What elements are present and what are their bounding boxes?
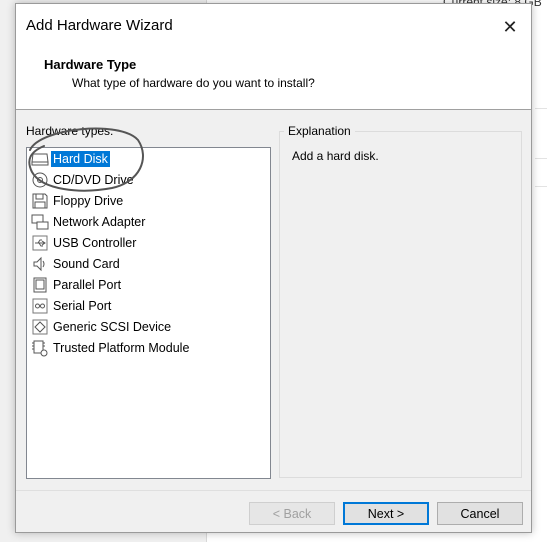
list-item-label: CD/DVD Drive (53, 173, 134, 187)
header-title: Hardware Type (44, 57, 137, 72)
list-item-label: Parallel Port (53, 278, 122, 292)
list-item-label: Serial Port (53, 299, 112, 313)
close-icon: ✕ (502, 17, 518, 37)
list-item-usb-controller[interactable]: USB Controller (31, 233, 138, 253)
sound-card-icon (31, 255, 49, 273)
dialog-title: Add Hardware Wizard (26, 17, 173, 34)
hard-disk-icon (31, 150, 49, 168)
list-item-parallel-port[interactable]: Parallel Port (31, 275, 123, 295)
list-item-label: Network Adapter (53, 215, 146, 229)
list-item-trusted-platform-module[interactable]: Trusted Platform Module (31, 338, 191, 358)
floppy-icon (31, 192, 49, 210)
list-item-serial-port[interactable]: Serial Port (31, 296, 113, 316)
list-item-label: Trusted Platform Module (53, 341, 190, 355)
title-bar: Add Hardware Wizard ✕ (16, 4, 531, 49)
cd-dvd-icon (31, 171, 49, 189)
usb-icon (31, 234, 49, 252)
network-adapter-icon (31, 213, 49, 231)
background-divider (535, 158, 547, 159)
close-button[interactable]: ✕ (497, 14, 523, 40)
scsi-icon (31, 318, 49, 336)
background-divider (535, 186, 547, 187)
list-item-label: Generic SCSI Device (53, 320, 172, 334)
list-item-hard-disk[interactable]: Hard Disk (31, 149, 110, 169)
list-item-cd-dvd-drive[interactable]: CD/DVD Drive (31, 170, 136, 190)
header-subtitle: What type of hardware do you want to ins… (72, 76, 315, 90)
list-item-label: Sound Card (53, 257, 120, 271)
next-button[interactable]: Next > (343, 502, 429, 525)
hardware-types-list[interactable]: Hard Disk CD/DVD Drive Floppy Drive Netw… (26, 147, 271, 479)
cancel-button[interactable]: Cancel (437, 502, 523, 525)
list-item-generic-scsi-device[interactable]: Generic SCSI Device (31, 317, 173, 337)
add-hardware-dialog: Add Hardware Wizard ✕ Hardware Type What… (15, 3, 532, 533)
footer-divider (16, 490, 531, 491)
explanation-text: Add a hard disk. (292, 149, 379, 163)
back-button[interactable]: < Back (249, 502, 335, 525)
list-item-sound-card[interactable]: Sound Card (31, 254, 122, 274)
list-item-floppy-drive[interactable]: Floppy Drive (31, 191, 125, 211)
serial-port-icon (31, 297, 49, 315)
wizard-header: Hardware Type What type of hardware do y… (16, 49, 531, 110)
tpm-icon (31, 339, 49, 357)
explanation-group (279, 131, 522, 478)
list-item-label: USB Controller (53, 236, 137, 250)
list-item-label: Hard Disk (51, 151, 110, 167)
hardware-types-label: Hardware types: (26, 124, 114, 138)
parallel-port-icon (31, 276, 49, 294)
list-item-network-adapter[interactable]: Network Adapter (31, 212, 147, 232)
list-item-label: Floppy Drive (53, 194, 124, 208)
background-divider (535, 108, 547, 109)
explanation-label: Explanation (284, 124, 355, 138)
